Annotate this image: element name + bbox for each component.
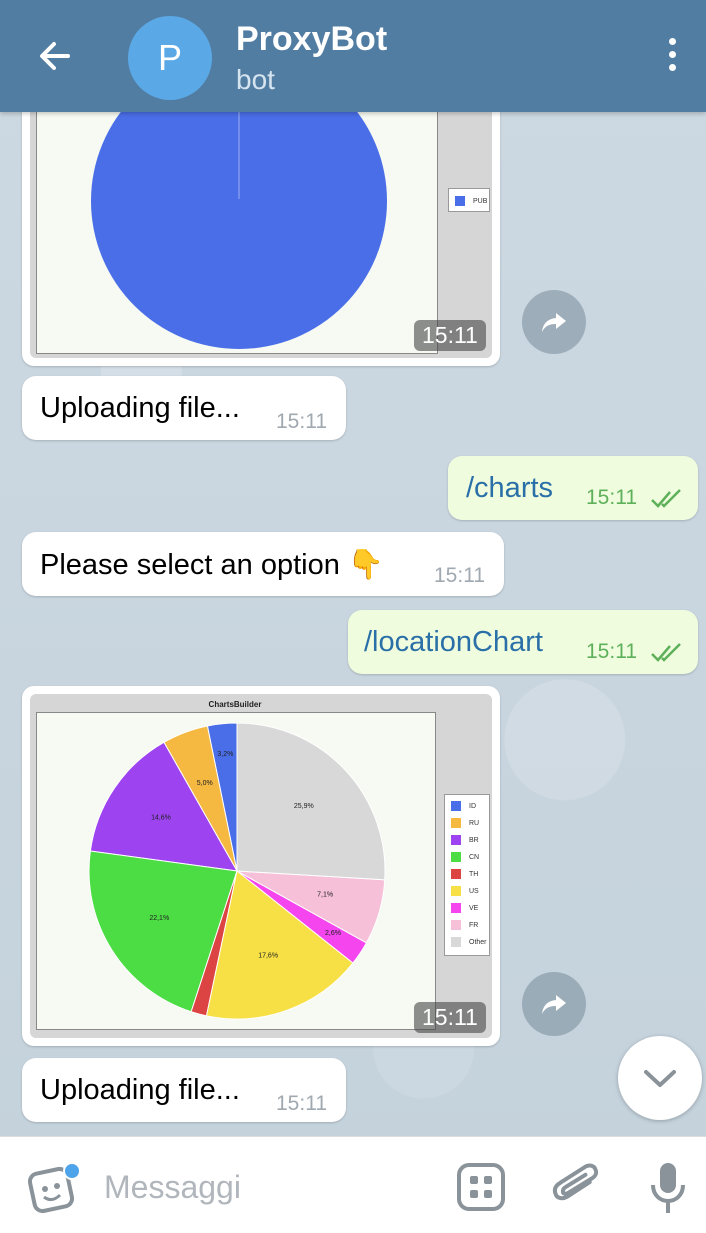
pie-slice-other (236, 722, 386, 881)
legend-item: ID (451, 801, 476, 811)
commands-icon (457, 1163, 505, 1211)
chat-title[interactable]: ProxyBot (236, 20, 387, 59)
chart-legend: PUB (448, 188, 490, 212)
legend-label: Other (469, 938, 487, 946)
microphone-button[interactable] (648, 1159, 688, 1219)
double-check-icon (651, 489, 681, 508)
dot-icon (668, 64, 676, 71)
pie-data-label: 2,6% (325, 930, 341, 937)
chart-title: ChartsBuilder (208, 700, 262, 709)
more-menu-button[interactable] (660, 38, 684, 78)
chat-header: P ProxyBot bot (0, 0, 706, 112)
share-arrow-icon (542, 995, 566, 1014)
chart-image: ChartsBuilder 3,2% 5,0% 14,6% 22,1% 17,6% 2,6… (30, 694, 492, 1038)
pie-data-label: 3,2% (217, 751, 233, 758)
message-text: /locationChart (364, 626, 543, 658)
legend-swatch (451, 801, 461, 811)
legend-item: FR (451, 920, 478, 930)
message-time: 15:11 (434, 564, 485, 587)
incoming-message[interactable]: Please select an option 👇 15:11 (22, 532, 504, 596)
double-check-icon (651, 643, 681, 662)
outgoing-message[interactable]: /charts 15:11 (448, 456, 698, 520)
message-time: 15:11 (276, 1092, 327, 1115)
pie-data-label: 22,1% (149, 915, 169, 922)
legend-item: CN (451, 852, 479, 862)
legend-label: US (469, 887, 479, 895)
bot-commands-button[interactable] (456, 1162, 506, 1212)
legend-label: FR (469, 921, 479, 929)
pie-data-label: 7,1% (317, 892, 333, 899)
pie-data-label: 14,6% (151, 815, 171, 822)
legend-swatch (455, 196, 465, 206)
sticker-icon (27, 1162, 81, 1214)
image-message[interactable]: ChartsBuilder 3,2% 5,0% 14,6% 22,1% 17,6% 2,6… (22, 686, 500, 1046)
share-arrow-icon (542, 313, 566, 332)
legend-swatch (451, 886, 461, 896)
legend-label: BR (469, 836, 479, 844)
message-input[interactable]: Messaggi (104, 1169, 241, 1206)
legend-swatch (451, 937, 461, 947)
chart-legend: ID RU BR CN TH US VE FR Other (444, 794, 490, 956)
share-button[interactable] (522, 972, 586, 1036)
outgoing-message[interactable]: /locationChart 15:11 (348, 610, 698, 674)
legend-item: PUB (455, 196, 487, 206)
chat-subtitle: bot (236, 64, 275, 95)
legend-swatch (451, 869, 461, 879)
back-button[interactable] (30, 30, 80, 80)
message-time: 15:11 (586, 486, 637, 509)
legend-label: CN (469, 853, 480, 861)
microphone-icon (651, 1163, 685, 1213)
paperclip-icon (552, 1163, 599, 1201)
legend-label: RU (469, 819, 480, 827)
incoming-message[interactable]: Uploading file... 15:11 (22, 1058, 346, 1122)
legend-item: US (451, 886, 479, 896)
legend-item: VE (451, 903, 478, 913)
legend-label: TH (469, 870, 479, 878)
chart-plot-area: 3,2% 5,0% 14,6% 22,1% 17,6% 2,6% 7,1% 25,9% (36, 712, 436, 1030)
message-text: Uploading file... (40, 392, 240, 424)
message-text: Please select an option 👇 (40, 549, 385, 581)
legend-swatch (451, 920, 461, 930)
message-time: 15:11 (586, 640, 637, 663)
legend-item: Other (451, 937, 487, 947)
message-input-bar: Messaggi (0, 1136, 706, 1233)
share-button[interactable] (522, 290, 586, 354)
pie-data-label: 25,9% (294, 803, 314, 810)
attach-button[interactable] (552, 1159, 602, 1215)
dot-icon (668, 51, 676, 58)
legend-item: RU (451, 818, 479, 828)
legend-item: BR (451, 835, 479, 845)
legend-swatch (451, 835, 461, 845)
avatar[interactable]: P (128, 16, 212, 100)
scroll-down-button[interactable] (618, 1036, 702, 1120)
legend-label: VE (469, 904, 479, 912)
legend-label: ID (469, 802, 476, 810)
arrow-left-icon (40, 42, 70, 70)
message-text: /charts (466, 472, 554, 504)
legend-label: PUB (473, 197, 488, 205)
image-timestamp: 15:11 (414, 1002, 486, 1033)
legend-swatch (451, 852, 461, 862)
message-text: Uploading file... (40, 1074, 240, 1106)
message-time: 15:11 (276, 410, 327, 433)
legend-item: TH (451, 869, 478, 879)
image-timestamp: 15:11 (414, 320, 486, 351)
incoming-message[interactable]: Uploading file... 15:11 (22, 376, 346, 440)
emoji-button[interactable] (26, 1161, 82, 1217)
legend-swatch (451, 903, 461, 913)
pie-chart: 3,2% 5,0% 14,6% 22,1% 17,6% 2,6% 7,1% 25,9% (88, 722, 386, 1020)
legend-swatch (451, 818, 461, 828)
chevron-down-icon (644, 1070, 676, 1087)
dot-icon (668, 38, 676, 45)
pie-data-label: 5,0% (197, 780, 213, 787)
pie-data-label: 17,6% (258, 952, 278, 959)
